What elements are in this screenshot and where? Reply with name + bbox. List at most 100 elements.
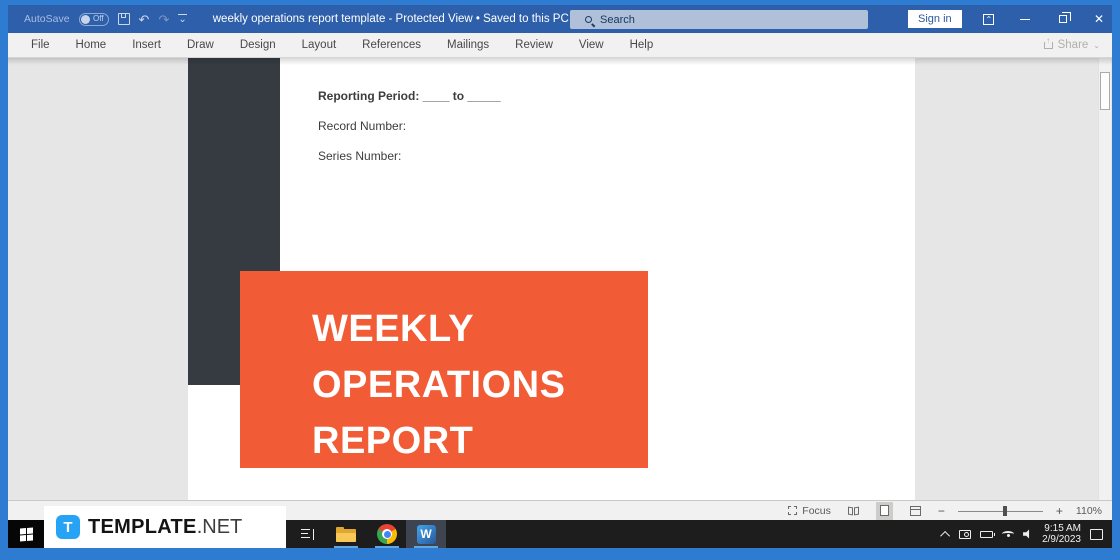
clock-time: 9:15 AM bbox=[1044, 523, 1081, 534]
ribbon-display-options-icon bbox=[982, 13, 994, 25]
title-bar: AutoSave Off ↶ ↷ ⌄ weekly operations rep… bbox=[8, 5, 1112, 33]
autosave-toggle[interactable]: Off bbox=[78, 12, 109, 26]
share-icon bbox=[1043, 36, 1053, 49]
read-mode-button[interactable] bbox=[844, 502, 863, 520]
display-tray-icon[interactable] bbox=[959, 529, 972, 539]
print-layout-icon bbox=[879, 505, 889, 516]
document-fields: Reporting Period: ____ to _____ Record N… bbox=[318, 89, 501, 179]
action-center-icon[interactable] bbox=[1090, 528, 1103, 540]
zoom-out-button[interactable]: − bbox=[938, 504, 945, 518]
word-window: AutoSave Off ↶ ↷ ⌄ weekly operations rep… bbox=[8, 5, 1112, 548]
web-layout-button[interactable] bbox=[906, 502, 925, 520]
search-icon bbox=[585, 16, 592, 23]
zoom-in-button[interactable]: + bbox=[1056, 504, 1063, 518]
save-icon-notch bbox=[120, 14, 126, 18]
tab-file[interactable]: File bbox=[18, 39, 63, 51]
chrome-button[interactable] bbox=[367, 520, 407, 548]
brand-bold: TEMPLATE bbox=[88, 515, 197, 538]
document-area: Reporting Period: ____ to _____ Record N… bbox=[8, 58, 1112, 500]
report-title-line: REPORT bbox=[312, 420, 474, 462]
tab-view[interactable]: View bbox=[566, 39, 617, 51]
focus-label: Focus bbox=[802, 504, 831, 517]
autosave-label: AutoSave bbox=[24, 13, 70, 25]
tab-references[interactable]: References bbox=[349, 39, 434, 51]
clock-date: 2/9/2023 bbox=[1042, 534, 1081, 545]
restore-button[interactable] bbox=[1048, 5, 1078, 33]
field-value: ____ to _____ bbox=[422, 89, 501, 103]
zoom-slider-thumb[interactable] bbox=[1002, 505, 1007, 516]
tab-design[interactable]: Design bbox=[227, 39, 289, 51]
redo-button[interactable]: ↷ bbox=[158, 13, 169, 26]
focus-icon bbox=[788, 506, 798, 515]
share-button[interactable]: Share ⌄ bbox=[1043, 36, 1100, 51]
brand-suffix: .NET bbox=[196, 515, 243, 538]
vertical-scrollbar[interactable] bbox=[1098, 58, 1111, 500]
templatenet-logo-icon: T bbox=[56, 515, 80, 539]
tab-draw[interactable]: Draw bbox=[174, 39, 227, 51]
speaker-icon[interactable] bbox=[1023, 529, 1030, 539]
autosave-state: Off bbox=[93, 14, 104, 23]
field-label: Reporting Period: bbox=[318, 89, 423, 103]
field-label: Record Number: bbox=[318, 119, 407, 133]
tab-layout[interactable]: Layout bbox=[289, 39, 350, 51]
field-record-number: Record Number: bbox=[318, 119, 501, 133]
start-button[interactable] bbox=[8, 520, 44, 548]
chrome-icon bbox=[377, 524, 397, 544]
customize-quick-access-icon[interactable]: ⌄ bbox=[178, 14, 187, 25]
zoom-level[interactable]: 110% bbox=[1076, 505, 1102, 517]
web-layout-icon bbox=[909, 505, 921, 516]
running-indicator bbox=[375, 546, 399, 548]
tab-insert[interactable]: Insert bbox=[119, 39, 174, 51]
windows-logo-icon bbox=[19, 527, 33, 541]
task-view-button[interactable] bbox=[288, 520, 328, 548]
battery-icon[interactable] bbox=[980, 530, 996, 538]
field-reporting-period: Reporting Period: ____ to _____ bbox=[318, 89, 501, 103]
search-box[interactable] bbox=[570, 10, 868, 29]
task-view-icon bbox=[301, 528, 315, 540]
templatenet-watermark: T TEMPLATE.NET bbox=[44, 506, 286, 548]
running-indicator bbox=[414, 546, 438, 548]
sign-in-button[interactable]: Sign in bbox=[908, 10, 962, 28]
report-title-block: WEEKLY OPERATIONS REPORT bbox=[240, 271, 648, 468]
scrollbar-thumb[interactable] bbox=[1100, 72, 1110, 110]
taskbar-clock[interactable]: 9:15 AM 2/9/2023 bbox=[1042, 523, 1081, 545]
word-taskbar-button[interactable]: W bbox=[406, 520, 446, 548]
hidden-icons-chevron-icon[interactable] bbox=[940, 530, 951, 541]
minimize-icon bbox=[1020, 18, 1030, 20]
document-title-text: weekly operations report template - Prot… bbox=[212, 13, 569, 25]
system-tray: 9:15 AM 2/9/2023 bbox=[940, 520, 1112, 548]
close-button[interactable]: ✕ bbox=[1084, 5, 1114, 33]
templatenet-wordmark: TEMPLATE.NET bbox=[88, 516, 242, 539]
share-dropdown-icon: ⌄ bbox=[1093, 40, 1100, 50]
ribbon-display-options-button[interactable] bbox=[973, 5, 1003, 33]
wifi-icon[interactable] bbox=[1002, 531, 1015, 537]
field-label: Series Number: bbox=[318, 149, 402, 163]
report-title-line: WEEKLY bbox=[312, 308, 475, 350]
focus-button[interactable]: Focus bbox=[788, 505, 831, 517]
quick-access-toolbar: AutoSave Off ↶ ↷ ⌄ bbox=[8, 12, 187, 26]
windows-taskbar: T TEMPLATE.NET W 9:15 AM 2/9/2023 bbox=[8, 506, 1112, 548]
tab-mailings[interactable]: Mailings bbox=[434, 39, 502, 51]
document-page[interactable]: Reporting Period: ____ to _____ Record N… bbox=[188, 58, 915, 500]
read-mode-icon bbox=[847, 506, 859, 515]
file-explorer-button[interactable] bbox=[326, 520, 366, 548]
document-title: weekly operations report template - Prot… bbox=[213, 13, 582, 25]
tab-review[interactable]: Review bbox=[502, 39, 566, 51]
word-icon: W bbox=[416, 524, 436, 544]
undo-button[interactable]: ↶ bbox=[139, 13, 150, 26]
minimize-button[interactable] bbox=[1010, 5, 1040, 33]
field-series-number: Series Number: bbox=[318, 149, 501, 163]
toggle-knob-icon bbox=[80, 14, 90, 24]
zoom-slider[interactable] bbox=[957, 505, 1043, 516]
save-icon[interactable] bbox=[117, 13, 130, 25]
zoom-slider-track bbox=[957, 510, 1043, 512]
restore-icon bbox=[1059, 12, 1071, 23]
ribbon-tab-bar: File Home Insert Draw Design Layout Refe… bbox=[8, 33, 1112, 58]
running-indicator bbox=[334, 546, 358, 548]
tab-help[interactable]: Help bbox=[617, 39, 667, 51]
search-input[interactable] bbox=[600, 13, 830, 26]
file-explorer-icon bbox=[336, 526, 356, 542]
print-layout-button[interactable] bbox=[875, 501, 893, 520]
report-title-line: OPERATIONS bbox=[312, 364, 566, 406]
tab-home[interactable]: Home bbox=[63, 39, 120, 51]
